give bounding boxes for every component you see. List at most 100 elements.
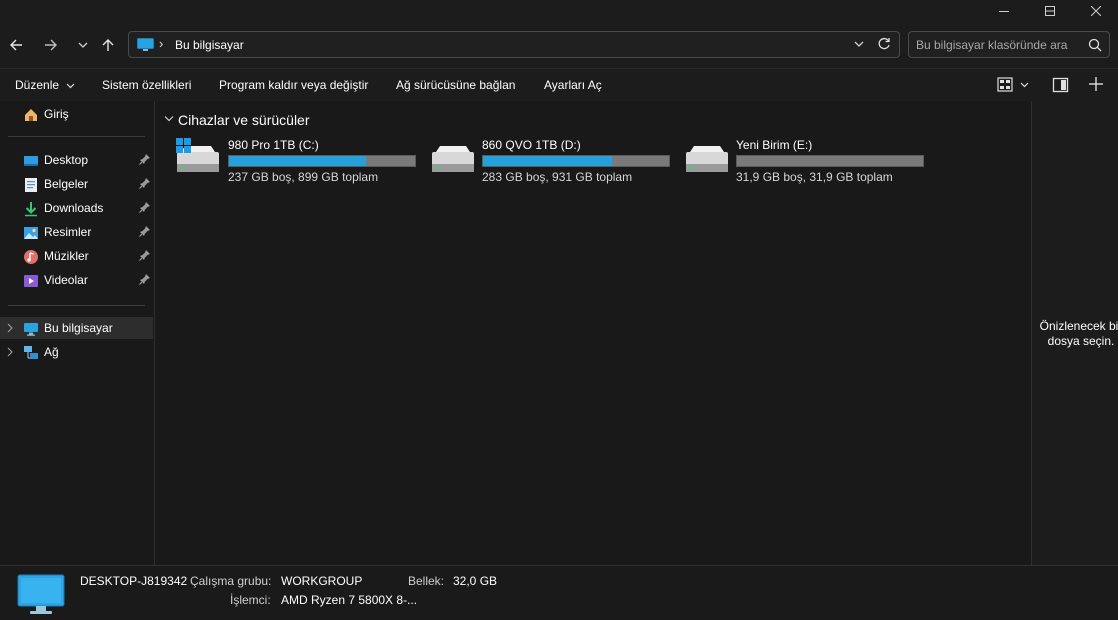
sidebar-item-label: Desktop (44, 153, 89, 167)
group-header-devices[interactable]: Cihazlar ve sürücüler (178, 112, 310, 128)
chevron-right-icon[interactable] (5, 322, 15, 334)
home-icon (25, 109, 37, 121)
search-input[interactable] (909, 32, 1085, 57)
maximize-button[interactable] (1027, 0, 1073, 22)
documents-icon (25, 178, 37, 192)
sidebar-item-videos[interactable]: Videolar (0, 269, 153, 291)
sidebar-item-pictures[interactable]: Resimler (0, 221, 153, 243)
search-box[interactable] (908, 31, 1110, 58)
workgroup-label: Çalışma grubu: (190, 574, 272, 588)
up-button[interactable] (96, 34, 120, 56)
drive-item-e[interactable]: Yeni Birim (E:) 31,9 GB boş, 31,9 GB top… (684, 138, 929, 184)
drive-item-c[interactable]: 980 Pro 1TB (C:) 237 GB boş, 899 GB topl… (176, 138, 421, 184)
sidebar-item-label: Bu bilgisayar (44, 321, 113, 335)
navigation-bar: › Bu bilgisayar (0, 22, 1118, 68)
sidebar-item-desktop[interactable]: Desktop (0, 149, 153, 171)
chevron-down-icon[interactable] (164, 115, 174, 123)
organize-label: Düzenle (15, 78, 60, 92)
close-button[interactable] (1073, 0, 1118, 22)
drive-name: 980 Pro 1TB (C:) (228, 138, 319, 152)
music-icon (24, 250, 38, 264)
sidebar-item-label: Belgeler (44, 177, 89, 191)
sidebar-item-this-pc[interactable]: Bu bilgisayar (0, 317, 153, 339)
drive-item-d[interactable]: 860 QVO 1TB (D:) 283 GB boş, 931 GB topl… (430, 138, 675, 184)
memory-value: 32,0 GB (453, 574, 498, 588)
arrow-right-icon (45, 39, 57, 51)
chevron-right-icon[interactable] (5, 346, 15, 358)
pin-icon[interactable] (139, 273, 151, 285)
open-settings-button[interactable]: Ayarları Aç (544, 78, 602, 92)
drive-name: Yeni Birim (E:) (736, 138, 813, 152)
this-pc-icon (137, 38, 154, 51)
sidebar-item-home[interactable]: Giriş (0, 103, 153, 125)
recent-locations-button[interactable] (71, 34, 95, 56)
sidebar-item-documents[interactable]: Belgeler (0, 173, 153, 195)
sidebar-item-label: Ağ (44, 345, 59, 359)
preview-message-line: dosya seçin. (1047, 334, 1115, 348)
videos-icon (24, 275, 38, 287)
drive-space-info: 283 GB boş, 931 GB toplam (482, 170, 633, 184)
pin-icon[interactable] (139, 177, 151, 189)
address-bar[interactable]: › Bu bilgisayar (128, 31, 900, 58)
memory-label: Bellek: (408, 574, 445, 588)
plus-icon (1089, 77, 1103, 91)
content-area: Cihazlar ve sürücüler 980 Pro 1TB (C:) 2… (156, 101, 1030, 565)
drive-usage-bar (736, 155, 924, 167)
computer-name: DESKTOP-J819342 (80, 574, 188, 588)
add-button[interactable] (1088, 76, 1104, 95)
sidebar-item-label: Downloads (44, 201, 104, 215)
breadcrumb-this-pc[interactable]: Bu bilgisayar (175, 38, 244, 52)
chevron-down-icon[interactable] (853, 38, 865, 50)
back-button[interactable] (4, 34, 28, 56)
drive-icon (686, 146, 728, 172)
processor-value: AMD Ryzen 7 5800X 8-... (281, 593, 418, 607)
command-bar: Düzenle Sistem özellikleri Program kaldı… (0, 68, 1118, 101)
uninstall-program-button[interactable]: Program kaldır veya değiştir (219, 78, 368, 92)
drive-icon (432, 146, 474, 172)
sidebar-item-music[interactable]: Müzikler (0, 245, 153, 267)
map-network-drive-button[interactable]: Ağ sürücüsüne bağlan (396, 78, 515, 92)
search-icon (1088, 38, 1102, 52)
pin-icon[interactable] (139, 201, 151, 213)
minimize-icon (999, 11, 1009, 12)
system-properties-button[interactable]: Sistem özellikleri (102, 78, 191, 92)
drive-usage-fill (229, 156, 366, 166)
close-icon (1091, 6, 1101, 16)
sidebar-item-network[interactable]: Ağ (0, 341, 153, 363)
details-view-icon (997, 77, 1029, 92)
downloads-icon (25, 202, 37, 217)
processor-label: İşlemci: (230, 593, 271, 607)
maximize-icon (1045, 6, 1055, 16)
drive-space-info: 31,9 GB boş, 31,9 GB toplam (736, 170, 893, 184)
this-pc-icon (24, 323, 38, 336)
sidebar-item-label: Videolar (44, 273, 88, 287)
sidebar-item-downloads[interactable]: Downloads (0, 197, 153, 219)
drive-usage-fill (483, 156, 613, 166)
drive-usage-bar (482, 155, 670, 167)
drive-space-info: 237 GB boş, 899 GB toplam (228, 170, 379, 184)
sidebar-divider (8, 136, 145, 137)
forward-button[interactable] (39, 34, 63, 56)
chevron-down-icon (78, 42, 88, 48)
minimize-button[interactable] (981, 0, 1027, 22)
details-pane: DESKTOP-J819342 Çalışma grubu: WORKGROUP… (0, 565, 1118, 620)
refresh-icon[interactable] (877, 37, 891, 51)
pin-icon[interactable] (139, 249, 151, 261)
sidebar-item-label: Resimler (44, 225, 92, 239)
preview-pane: Önizlenecek bir dosya seçin. (1031, 101, 1118, 565)
pin-icon[interactable] (139, 153, 151, 165)
pin-icon[interactable] (139, 225, 151, 237)
sidebar-item-label: Giriş (44, 107, 69, 121)
system-drive-icon (176, 138, 219, 172)
sidebar-item-label: Müzikler (44, 249, 89, 263)
computer-icon (17, 574, 65, 614)
pictures-icon (24, 227, 38, 239)
view-options-button[interactable] (997, 76, 1029, 97)
title-bar (0, 0, 1118, 22)
organize-menu-button[interactable]: Düzenle (15, 78, 75, 92)
network-icon (24, 346, 38, 359)
preview-pane-icon (1052, 77, 1069, 93)
preview-pane-button[interactable] (1052, 76, 1070, 97)
preview-message: Önizlenecek bir dosya seçin. (1036, 319, 1118, 349)
preview-message-line: Önizlenecek bir (1039, 319, 1118, 333)
